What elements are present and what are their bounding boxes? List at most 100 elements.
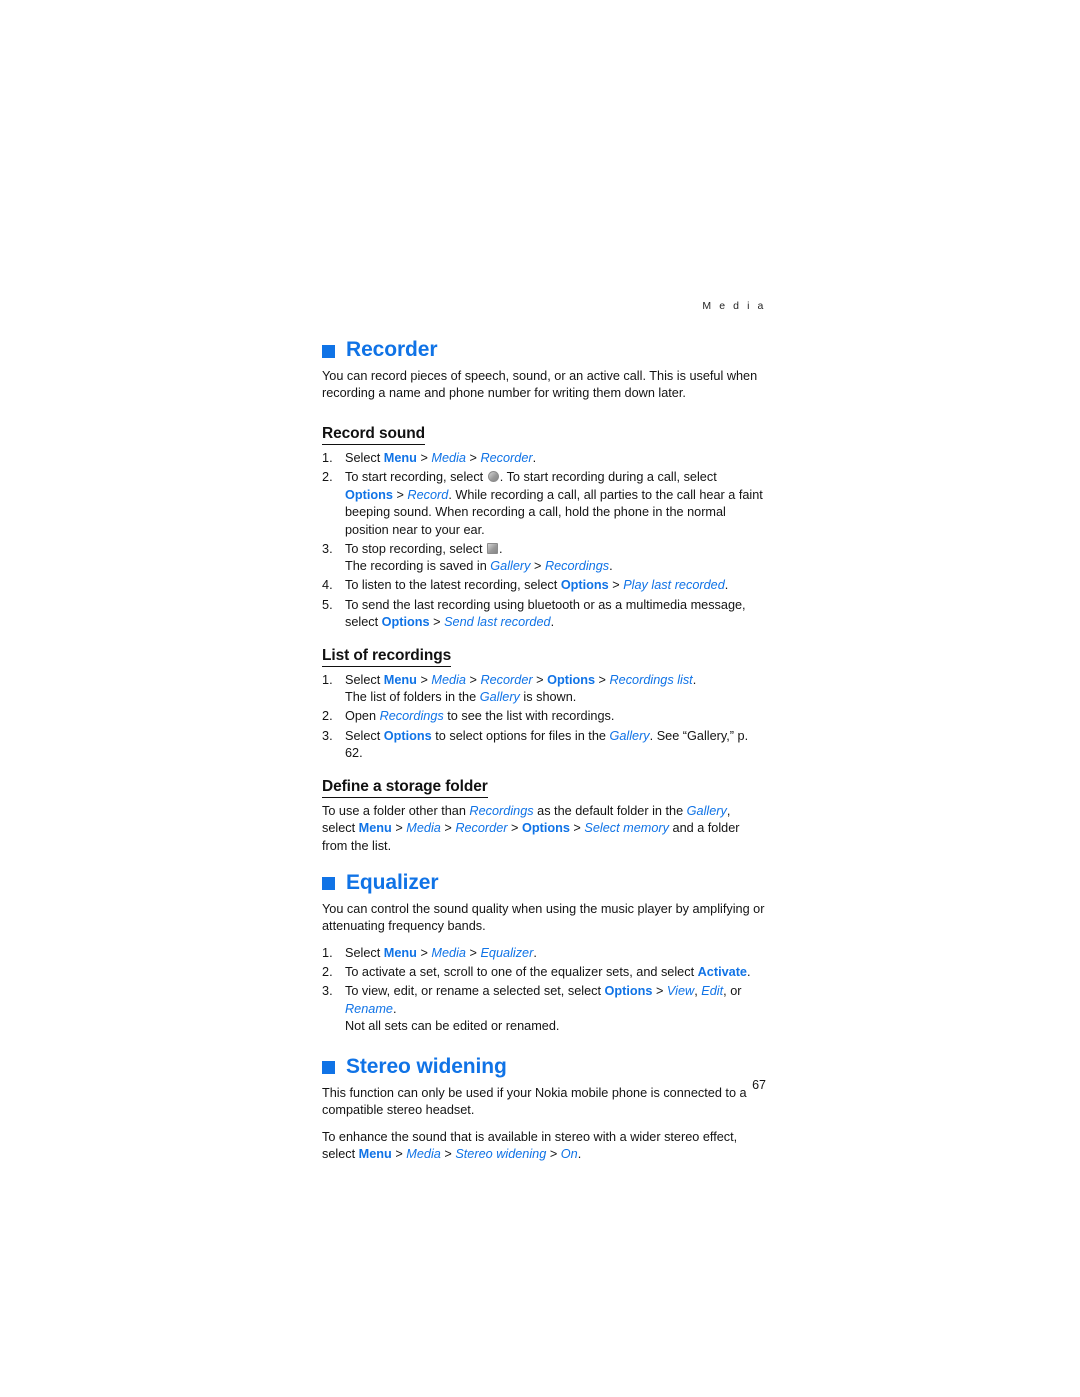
path-separator: >	[530, 559, 545, 574]
ui-label-bold: Menu	[358, 821, 392, 836]
text-run: . To start recording during a call, sele…	[499, 469, 717, 484]
step-item: Open Recordings to see the list with rec…	[322, 708, 766, 726]
step-item: To activate a set, scroll to one of the …	[322, 964, 766, 982]
path-separator: >	[416, 945, 432, 960]
stop-button-icon	[487, 542, 499, 554]
ui-label-bold: Menu	[383, 672, 417, 687]
step-continuation: The recording is saved in Gallery > Reco…	[345, 558, 766, 576]
section-intro-equalizer: You can control the sound quality when u…	[322, 901, 765, 934]
step-item: To stop recording, select . The recording…	[322, 541, 766, 576]
text-run: .	[609, 559, 613, 574]
path-separator: >	[391, 1146, 407, 1161]
ui-label-bold: Options	[383, 728, 432, 743]
ui-label-italic: Media	[431, 672, 466, 687]
path-separator: >	[532, 672, 548, 687]
ui-label-italic: Gallery	[479, 690, 520, 705]
text-run: to see the list with recordings.	[443, 709, 615, 724]
ui-label-bold: Options	[521, 821, 570, 836]
ui-label-bold: Menu	[383, 945, 417, 960]
text-run: .	[550, 615, 555, 630]
section-intro-recorder: You can record pieces of speech, sound, …	[322, 369, 758, 401]
manual-page: M e d i a Recorder You can record pieces…	[322, 300, 766, 1172]
running-head: M e d i a	[702, 300, 766, 312]
square-bullet-icon	[322, 1061, 335, 1075]
text-run: .	[577, 1146, 582, 1161]
steps-list-of-recordings: Select Menu > Media > Recorder > Options…	[322, 672, 766, 763]
ui-label-italic: Media	[406, 821, 441, 836]
ui-label-bold: Menu	[383, 450, 417, 465]
ui-label-italic: Record	[407, 487, 449, 502]
page-number: 67	[752, 1078, 766, 1092]
ui-label-bold: Options	[381, 615, 430, 630]
ui-label-italic: On	[560, 1146, 578, 1161]
path-separator: >	[546, 1146, 561, 1161]
path-separator: >	[507, 821, 522, 836]
step-item: To send the last recording using bluetoo…	[322, 597, 766, 632]
section-heading-recorder: Recorder	[322, 338, 766, 362]
step-item: To view, edit, or rename a selected set,…	[322, 983, 766, 1036]
ui-label-italic: Edit	[701, 983, 724, 998]
ui-label-bold: Activate	[697, 964, 747, 979]
ui-label-bold: Options	[547, 672, 596, 687]
text-run: Select	[345, 450, 384, 465]
subheading-define-storage-folder: Define a storage folder	[322, 778, 488, 798]
ui-label-italic: Gallery	[609, 728, 650, 743]
text-run: as the default folder in the	[533, 803, 687, 818]
path-separator: >	[569, 821, 585, 836]
ui-label-italic: Media	[431, 450, 466, 465]
ui-label-italic: Equalizer	[480, 945, 534, 960]
path-separator: >	[392, 487, 408, 502]
path-separator: >	[465, 450, 481, 465]
text-run: .	[747, 964, 751, 979]
text-run: Select	[345, 945, 384, 960]
subheading-list-of-recordings: List of recordings	[322, 647, 451, 667]
text-run: .	[692, 672, 697, 687]
text-run: To start recording, select	[345, 469, 487, 484]
text-run: is shown.	[519, 690, 577, 705]
ui-label-italic: Recordings list	[609, 672, 693, 687]
square-bullet-icon	[322, 877, 335, 891]
ui-label-italic: Recordings	[469, 803, 534, 818]
step-continuation: The list of folders in the Gallery is sh…	[345, 689, 766, 707]
path-separator: >	[608, 578, 624, 593]
text-run: .	[392, 1001, 397, 1016]
text-run: To stop recording, select	[345, 541, 487, 556]
text-run: The list of folders in the	[345, 690, 480, 705]
text-run: , or	[723, 983, 742, 998]
ui-label-italic: Media	[431, 945, 466, 960]
ui-label-italic: Play last recorded	[623, 578, 725, 593]
ui-label-italic: Rename	[345, 1001, 393, 1016]
ui-label-italic: Recordings	[379, 709, 444, 724]
ui-label-italic: Recorder	[455, 821, 508, 836]
subheading-record-sound: Record sound	[322, 425, 425, 445]
text-run: .	[533, 945, 537, 960]
ui-label-italic: Media	[406, 1146, 441, 1161]
step-continuation: Not all sets can be edited or renamed.	[345, 1018, 766, 1036]
text-run: To listen to the latest recording, selec…	[345, 578, 561, 593]
path-separator: >	[391, 821, 407, 836]
text-run: Select	[345, 728, 384, 743]
record-button-icon	[487, 470, 499, 482]
ui-label-bold: Options	[604, 983, 653, 998]
ui-label-italic: Gallery	[686, 803, 727, 818]
ui-label-bold: Menu	[358, 1146, 392, 1161]
text-run: The recording is saved in	[345, 559, 491, 574]
steps-record-sound: Select Menu > Media > Recorder. To start …	[322, 450, 766, 632]
text-run: Select	[345, 672, 384, 687]
text-run: To view, edit, or rename a selected set,…	[345, 983, 605, 998]
ui-label-italic: Recorder	[480, 450, 533, 465]
ui-label-italic: Send last recorded	[444, 615, 551, 630]
section-heading-label: Equalizer	[346, 870, 439, 894]
text-run: to select options for files in the	[431, 728, 610, 743]
step-item: To start recording, select . To start re…	[322, 469, 766, 539]
path-separator: >	[465, 945, 481, 960]
ui-label-italic: Recordings	[544, 559, 610, 574]
ui-label-italic: View	[666, 983, 695, 998]
path-separator: >	[652, 983, 667, 998]
ui-label-italic: Select memory	[584, 821, 669, 836]
ui-label-bold: Options	[345, 487, 393, 502]
path-separator: >	[440, 821, 456, 836]
step-item: Select Menu > Media > Equalizer.	[322, 945, 766, 963]
step-item: To listen to the latest recording, selec…	[322, 577, 766, 595]
path-separator: >	[416, 672, 432, 687]
